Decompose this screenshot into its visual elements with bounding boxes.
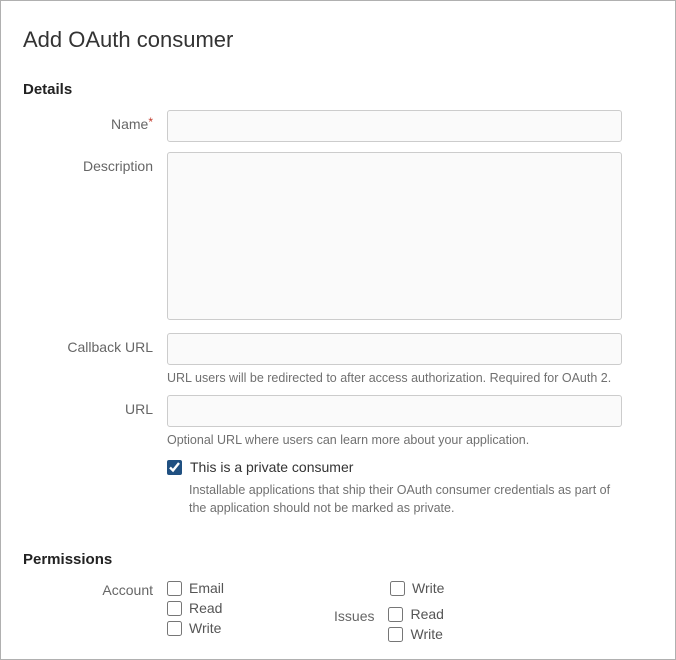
details-heading: Details xyxy=(23,81,647,98)
account-email-checkbox[interactable] xyxy=(167,581,182,596)
url-help: Optional URL where users can learn more … xyxy=(167,433,622,447)
callback-input[interactable] xyxy=(167,333,622,365)
issues-read-checkbox[interactable] xyxy=(388,607,403,622)
label-name: Name* xyxy=(23,110,167,132)
row-description: Description xyxy=(23,152,647,323)
permissions-section: Permissions Account Email Read Write Wri… xyxy=(23,551,647,642)
row-private: This is a private consumer Installable a… xyxy=(23,457,647,517)
private-help: Installable applications that ship their… xyxy=(189,481,619,517)
right-write-checkbox[interactable] xyxy=(390,581,405,596)
account-email-label: Email xyxy=(189,580,224,596)
account-write-label: Write xyxy=(189,620,221,636)
issues-read-label: Read xyxy=(410,606,443,622)
account-read-checkbox[interactable] xyxy=(167,601,182,616)
label-account: Account xyxy=(23,580,167,642)
row-callback: Callback URL URL users will be redirecte… xyxy=(23,333,647,395)
issues-write-label: Write xyxy=(410,626,442,642)
right-write-label: Write xyxy=(412,580,444,596)
permissions-heading: Permissions xyxy=(23,551,647,568)
name-input[interactable] xyxy=(167,110,622,142)
page-title: Add OAuth consumer xyxy=(23,27,647,53)
issues-write-checkbox[interactable] xyxy=(388,627,403,642)
callback-help: URL users will be redirected to after ac… xyxy=(167,371,622,385)
oauth-consumer-form: Add OAuth consumer Details Name* Descrip… xyxy=(0,0,676,660)
required-asterisk: * xyxy=(148,115,153,129)
label-url: URL xyxy=(23,395,167,417)
url-input[interactable] xyxy=(167,395,622,427)
description-textarea[interactable] xyxy=(167,152,622,320)
account-options: Email Read Write xyxy=(167,580,224,642)
right-perm-col: Write Issues Read Write xyxy=(334,580,444,642)
account-write-checkbox[interactable] xyxy=(167,621,182,636)
private-checkbox[interactable] xyxy=(167,460,182,475)
row-name: Name* xyxy=(23,110,647,142)
label-callback: Callback URL xyxy=(23,333,167,355)
label-issues: Issues xyxy=(334,606,374,624)
row-url: URL Optional URL where users can learn m… xyxy=(23,395,647,457)
label-description: Description xyxy=(23,152,167,174)
issues-options: Read Write xyxy=(388,606,443,642)
account-read-label: Read xyxy=(189,600,222,616)
private-label: This is a private consumer xyxy=(190,459,353,475)
